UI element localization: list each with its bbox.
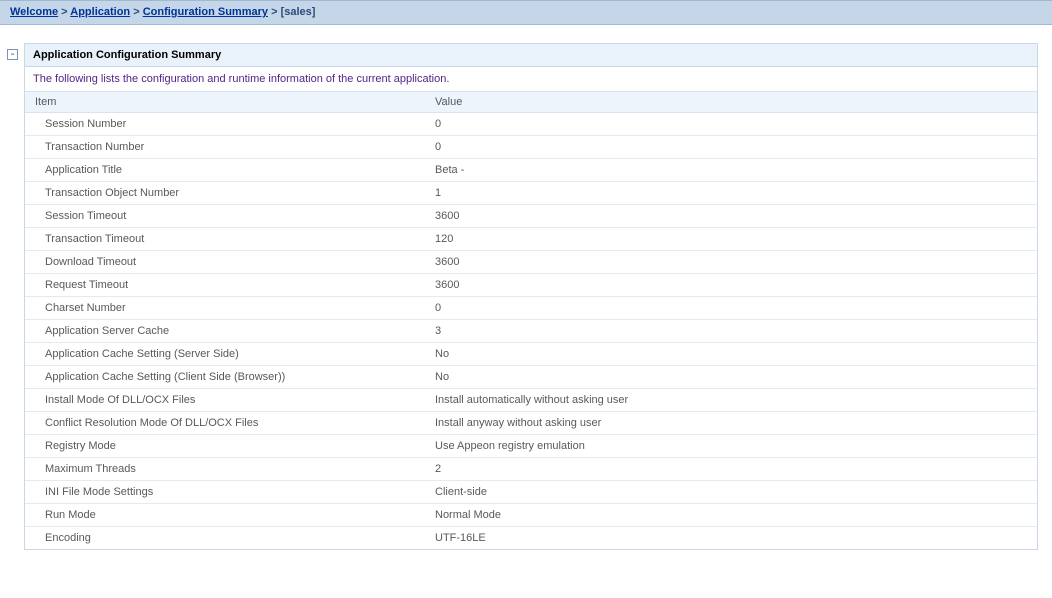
cell-value: Install automatically without asking use…: [425, 389, 1037, 411]
table-body: Session Number0Transaction Number0Applic…: [25, 113, 1037, 549]
cell-value: 3600: [425, 274, 1037, 296]
table-header-row: Item Value: [25, 91, 1037, 113]
collapse-toggle-icon[interactable]: -: [7, 49, 18, 60]
breadcrumb-separator: >: [271, 6, 277, 18]
column-header-item: Item: [25, 92, 425, 112]
cell-item: Request Timeout: [25, 274, 425, 296]
content-area: - Application Configuration Summary The …: [0, 25, 1052, 560]
breadcrumb-link-config-summary[interactable]: Configuration Summary: [143, 6, 268, 18]
cell-item: Charset Number: [25, 297, 425, 319]
cell-value: 0: [425, 136, 1037, 158]
cell-value: Beta -: [425, 159, 1037, 181]
cell-item: Application Title: [25, 159, 425, 181]
table-row: Download Timeout3600: [25, 251, 1037, 274]
cell-item: Session Timeout: [25, 205, 425, 227]
cell-value: No: [425, 366, 1037, 388]
cell-item: Install Mode Of DLL/OCX Files: [25, 389, 425, 411]
cell-item: Download Timeout: [25, 251, 425, 273]
cell-item: Registry Mode: [25, 435, 425, 457]
cell-value: 2: [425, 458, 1037, 480]
table-row: Transaction Timeout120: [25, 228, 1037, 251]
table-row: EncodingUTF-16LE: [25, 527, 1037, 549]
cell-item: Run Mode: [25, 504, 425, 526]
config-summary-panel: Application Configuration Summary The fo…: [24, 43, 1038, 550]
cell-value: 1: [425, 182, 1037, 204]
cell-item: Application Cache Setting (Client Side (…: [25, 366, 425, 388]
cell-value: 3600: [425, 251, 1037, 273]
table-row: Session Number0: [25, 113, 1037, 136]
breadcrumb-current: [sales]: [281, 6, 316, 18]
cell-value: Install anyway without asking user: [425, 412, 1037, 434]
cell-value: Normal Mode: [425, 504, 1037, 526]
table-row: Session Timeout3600: [25, 205, 1037, 228]
table-row: Run ModeNormal Mode: [25, 504, 1037, 527]
cell-value: 0: [425, 297, 1037, 319]
cell-item: INI File Mode Settings: [25, 481, 425, 503]
cell-value: UTF-16LE: [425, 527, 1037, 549]
table-row: Charset Number0: [25, 297, 1037, 320]
panel-description: The following lists the configuration an…: [25, 67, 1037, 91]
table-row: Application Cache Setting (Client Side (…: [25, 366, 1037, 389]
cell-value: 0: [425, 113, 1037, 135]
cell-value: 120: [425, 228, 1037, 250]
table-row: Application Cache Setting (Server Side)N…: [25, 343, 1037, 366]
cell-value: No: [425, 343, 1037, 365]
cell-item: Application Server Cache: [25, 320, 425, 342]
cell-item: Application Cache Setting (Server Side): [25, 343, 425, 365]
table-row: Application Server Cache3: [25, 320, 1037, 343]
cell-value: 3600: [425, 205, 1037, 227]
table-row: Request Timeout3600: [25, 274, 1037, 297]
breadcrumb-link-welcome[interactable]: Welcome: [10, 6, 58, 18]
cell-item: Session Number: [25, 113, 425, 135]
table-row: Transaction Number0: [25, 136, 1037, 159]
panel-title: Application Configuration Summary: [25, 44, 1037, 67]
table-row: Conflict Resolution Mode Of DLL/OCX File…: [25, 412, 1037, 435]
table-row: Registry ModeUse Appeon registry emulati…: [25, 435, 1037, 458]
cell-item: Maximum Threads: [25, 458, 425, 480]
cell-item: Transaction Object Number: [25, 182, 425, 204]
cell-value: Use Appeon registry emulation: [425, 435, 1037, 457]
column-header-value: Value: [425, 92, 1037, 112]
breadcrumb-link-application[interactable]: Application: [70, 6, 130, 18]
table-row: Maximum Threads2: [25, 458, 1037, 481]
breadcrumb-separator: >: [133, 6, 139, 18]
table-row: Application TitleBeta -: [25, 159, 1037, 182]
cell-item: Encoding: [25, 527, 425, 549]
table-row: INI File Mode SettingsClient-side: [25, 481, 1037, 504]
cell-item: Conflict Resolution Mode Of DLL/OCX File…: [25, 412, 425, 434]
table-row: Install Mode Of DLL/OCX FilesInstall aut…: [25, 389, 1037, 412]
breadcrumb: Welcome > Application > Configuration Su…: [0, 0, 1052, 25]
cell-value: 3: [425, 320, 1037, 342]
cell-value: Client-side: [425, 481, 1037, 503]
breadcrumb-separator: >: [61, 6, 67, 18]
table-row: Transaction Object Number1: [25, 182, 1037, 205]
cell-item: Transaction Number: [25, 136, 425, 158]
cell-item: Transaction Timeout: [25, 228, 425, 250]
